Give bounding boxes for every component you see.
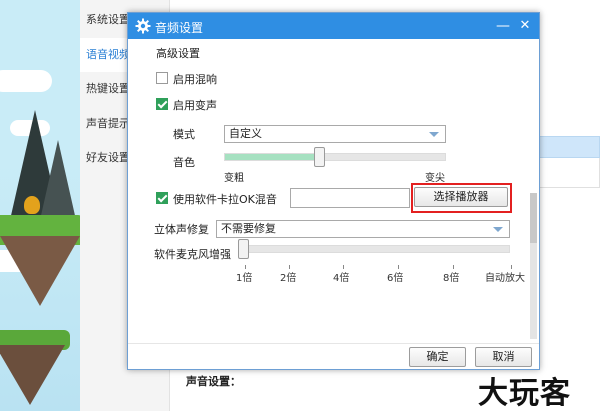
timbre-min-label: 变粗: [224, 173, 244, 184]
dialog-titlebar[interactable]: 音频设置 — ✕: [128, 13, 539, 39]
reverb-label: 启用混响: [173, 73, 217, 86]
mic-boost-slider-thumb[interactable]: [238, 239, 249, 259]
dialog-content: 高级设置 启用混响 启用变声 模式 自定义 音色 变粗 变尖 使用软件卡拉OK混…: [128, 39, 528, 345]
dialog-scrollbar[interactable]: [530, 193, 537, 339]
cancel-button[interactable]: 取消: [475, 347, 532, 367]
close-icon[interactable]: ✕: [516, 17, 534, 35]
voice-change-label: 启用变声: [173, 99, 217, 112]
mic-boost-tick-label: 1倍: [236, 273, 253, 284]
tree: [40, 140, 76, 220]
mic-boost-tick-label: 8倍: [443, 273, 460, 284]
stereo-repair-value: 不需要修复: [221, 222, 276, 235]
sound-settings-label: 声音设置：: [186, 375, 241, 388]
mic-boost-tick-label: 6倍: [387, 273, 404, 284]
timbre-slider-thumb[interactable]: [314, 147, 326, 167]
timbre-slider-track[interactable]: [224, 153, 446, 161]
cloud: [0, 70, 52, 92]
mic-boost-tick-labels: 1倍 2倍 4倍 6倍 8倍 自动放大: [128, 269, 533, 284]
stereo-repair-label: 立体声修复: [154, 223, 209, 236]
ok-button[interactable]: 确定: [409, 347, 466, 367]
mode-label: 模式: [173, 128, 195, 141]
karaoke-label: 使用软件卡拉OK混音: [173, 193, 277, 206]
mic-boost-tick-label: 2倍: [280, 273, 297, 284]
voice-change-checkbox[interactable]: [156, 98, 168, 110]
island-rock: [0, 236, 80, 306]
stereo-repair-select[interactable]: 不需要修复: [216, 220, 510, 238]
dialog-title: 音频设置: [155, 21, 204, 35]
mic-boost-slider-track[interactable]: [238, 245, 510, 253]
dialog-footer: 确定 取消: [128, 343, 539, 369]
minimize-icon[interactable]: —: [494, 17, 512, 35]
karaoke-checkbox[interactable]: [156, 192, 168, 204]
advanced-settings-heading: 高级设置: [156, 47, 200, 60]
mic-boost-tick-label: 4倍: [333, 273, 350, 284]
chevron-down-icon: [493, 227, 503, 232]
gear-icon: [135, 18, 151, 34]
island-rock: [0, 345, 65, 405]
background-illustration: [0, 0, 80, 411]
select-player-button[interactable]: 选择播放器: [414, 187, 508, 207]
mic-boost-tick-label: 自动放大: [485, 273, 525, 284]
timbre-slider-fill: [225, 154, 321, 160]
table-body: [530, 158, 600, 188]
timbre-max-label: 变尖: [425, 173, 445, 184]
timbre-label: 音色: [173, 156, 195, 169]
scrollbar-thumb[interactable]: [530, 193, 537, 243]
audio-settings-dialog: 音频设置 — ✕ 高级设置 启用混响 启用变声 模式 自定义 音色 变粗 变尖 …: [127, 12, 540, 370]
watermark-logo: 大玩客: [478, 376, 571, 411]
karaoke-player-field[interactable]: [290, 188, 410, 208]
table-header: [530, 136, 600, 158]
bird-mascot: [24, 196, 40, 214]
mic-boost-label: 软件麦克风增强: [154, 248, 231, 261]
mode-select[interactable]: 自定义: [224, 125, 446, 143]
mode-select-value: 自定义: [229, 127, 262, 140]
chevron-down-icon: [429, 132, 439, 137]
reverb-checkbox[interactable]: [156, 72, 168, 84]
